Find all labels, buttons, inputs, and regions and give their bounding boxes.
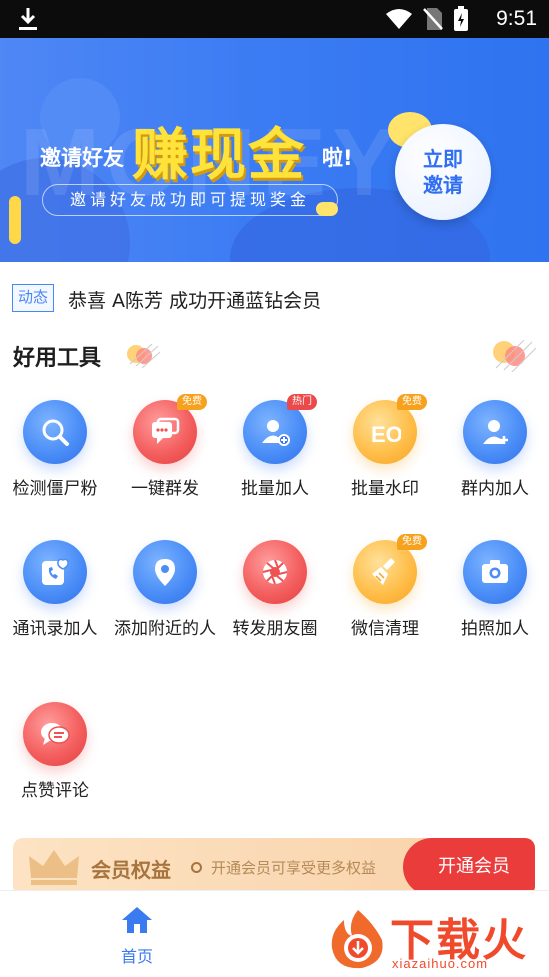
crown-icon — [29, 850, 79, 885]
camera-icon — [463, 540, 527, 604]
free-badge: 免费 — [177, 394, 207, 410]
invite-now-line2: 邀请 — [423, 173, 463, 197]
location-pin-icon — [133, 540, 197, 604]
tool-label: 批量加人 — [241, 479, 309, 499]
tool-like-comment[interactable]: 点赞评论 — [0, 702, 110, 802]
download-icon — [19, 8, 37, 30]
tool-label: 转发朋友圈 — [232, 619, 318, 639]
broom-icon: 免费 — [353, 534, 427, 604]
banner-decoration — [316, 202, 338, 216]
banner-subtitle: 邀请好友成功即可提现奖金 — [42, 184, 338, 216]
home-icon — [122, 907, 152, 933]
aperture-icon — [243, 540, 307, 604]
nav-home[interactable]: 首页 — [104, 905, 170, 967]
hot-badge: 热门 — [287, 394, 317, 410]
free-badge: 免费 — [397, 534, 427, 550]
banner-invite-text: 邀请好友 — [40, 146, 124, 170]
tool-label: 一键群发 — [131, 479, 199, 499]
section-decoration — [127, 343, 161, 369]
invite-now-line1: 立即 — [423, 147, 463, 171]
banner-decoration — [9, 196, 21, 244]
watermark-domain: xiazaihuo.com — [392, 956, 489, 971]
tool-forward-moments[interactable]: 转发朋友圈 — [220, 540, 330, 640]
tool-group-add[interactable]: 群内加人 — [440, 400, 549, 500]
tool-nearby-add[interactable]: 添加附近的人 — [110, 540, 220, 640]
activity-notice[interactable]: 动态 恭喜 A陈芳 成功开通蓝钻会员 — [0, 270, 549, 326]
tool-label: 通讯录加人 — [12, 619, 98, 639]
free-badge: 免费 — [397, 394, 427, 410]
section-decoration — [493, 339, 537, 372]
tool-label: 拍照加人 — [461, 619, 529, 639]
status-bar: 9:51 — [0, 0, 549, 38]
status-time: 9:51 — [496, 7, 537, 30]
invite-now-button[interactable]: 立即 邀请 — [395, 124, 491, 220]
tool-label: 添加附近的人 — [114, 619, 216, 639]
member-dot — [191, 862, 202, 873]
eo-watermark-icon: EO 免费 — [353, 394, 427, 464]
invite-banner[interactable]: MONEY 邀请好友 赚现金 啦! 邀请好友成功即可提现奖金 立即 邀请 — [0, 38, 549, 262]
magnifier-icon — [23, 400, 87, 464]
tools-section-title: 好用工具 — [13, 346, 102, 371]
tool-wechat-clean[interactable]: 免费 微信清理 — [330, 534, 440, 640]
svg-text:EO: EO — [371, 422, 401, 447]
banner-headline: 赚现金 — [132, 123, 306, 188]
no-sim-icon — [423, 8, 443, 30]
tool-label: 点赞评论 — [21, 781, 89, 801]
chat-bubbles-icon: 免费 — [133, 394, 207, 464]
contact-phone-icon — [23, 540, 87, 604]
tool-mass-message[interactable]: 免费 一键群发 — [110, 394, 220, 500]
flame-logo-icon — [331, 910, 383, 969]
tool-batch-add[interactable]: 热门 批量加人 — [220, 394, 330, 500]
open-member-button[interactable]: 开通会员 — [403, 838, 535, 896]
notice-tag: 动态 — [12, 284, 54, 312]
member-desc: 开通会员可享受更多权益 — [211, 859, 377, 877]
comment-icon — [23, 702, 87, 766]
tool-label: 微信清理 — [351, 619, 419, 639]
tool-batch-watermark[interactable]: EO 免费 批量水印 — [330, 394, 440, 500]
tool-contacts-add[interactable]: 通讯录加人 — [0, 540, 110, 640]
nav-home-label: 首页 — [120, 947, 153, 966]
member-title: 会员权益 — [91, 858, 171, 882]
site-watermark-logo: 下载火 xiazaihuo.com — [322, 902, 549, 977]
wifi-icon — [386, 9, 412, 29]
tool-label: 群内加人 — [461, 479, 529, 499]
tool-photo-add[interactable]: 拍照加人 — [440, 540, 549, 640]
notice-text: 恭喜 A陈芳 成功开通蓝钻会员 — [68, 290, 322, 312]
user-plus-icon — [463, 400, 527, 464]
banner-exclaim: 啦! — [322, 146, 353, 170]
tool-detect-zombie-fans[interactable]: 检测僵尸粉 — [0, 400, 110, 500]
member-benefits-bar[interactable]: 会员权益 开通会员可享受更多权益 开通会员 — [13, 838, 535, 896]
user-add-icon: 热门 — [243, 394, 317, 464]
tool-label: 批量水印 — [351, 479, 419, 499]
tool-label: 检测僵尸粉 — [12, 479, 98, 499]
battery-icon — [454, 6, 468, 31]
